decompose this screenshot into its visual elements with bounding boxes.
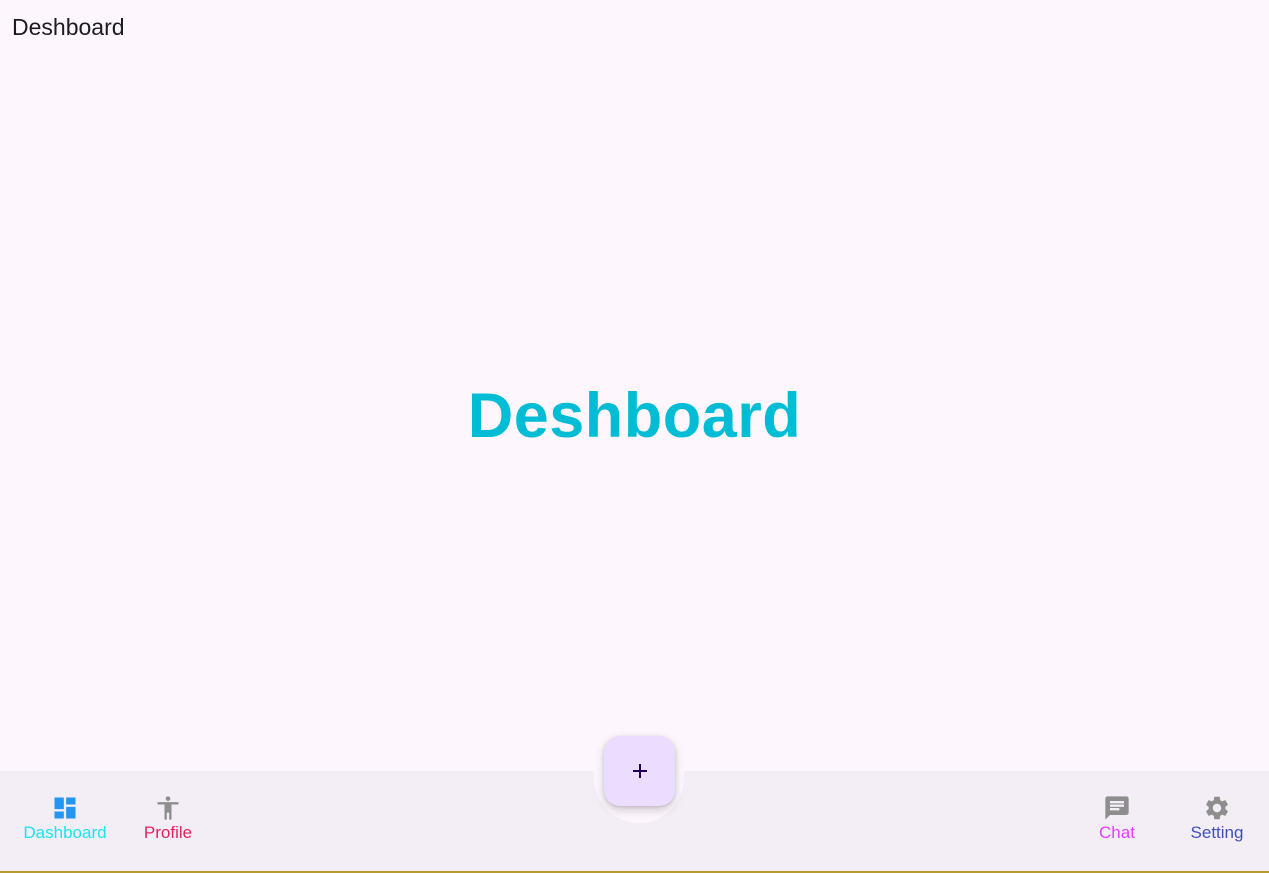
dashboard-icon <box>54 797 76 819</box>
nav-item-profile[interactable]: Profile <box>140 794 196 850</box>
add-icon <box>632 764 647 778</box>
nav-label-dashboard: Dashboard <box>23 823 107 842</box>
accessibility-icon <box>157 796 179 820</box>
nav-label-profile: Profile <box>143 823 193 842</box>
gear-icon <box>1206 796 1228 820</box>
chat-icon <box>1105 796 1129 820</box>
nav-item-chat[interactable]: Chat <box>1094 794 1140 850</box>
app-root: Deshboard Deshboard Dashboard Profile Ch… <box>0 0 1269 873</box>
page-title: Deshboard <box>467 381 802 451</box>
nav-label-chat: Chat <box>1099 823 1135 842</box>
nav-item-setting[interactable]: Setting <box>1186 794 1248 850</box>
app-bar-title: Deshboard <box>12 14 125 40</box>
nav-item-dashboard[interactable]: Dashboard <box>22 794 108 850</box>
add-fab-button[interactable] <box>604 736 675 806</box>
nav-label-setting: Setting <box>1190 823 1244 842</box>
